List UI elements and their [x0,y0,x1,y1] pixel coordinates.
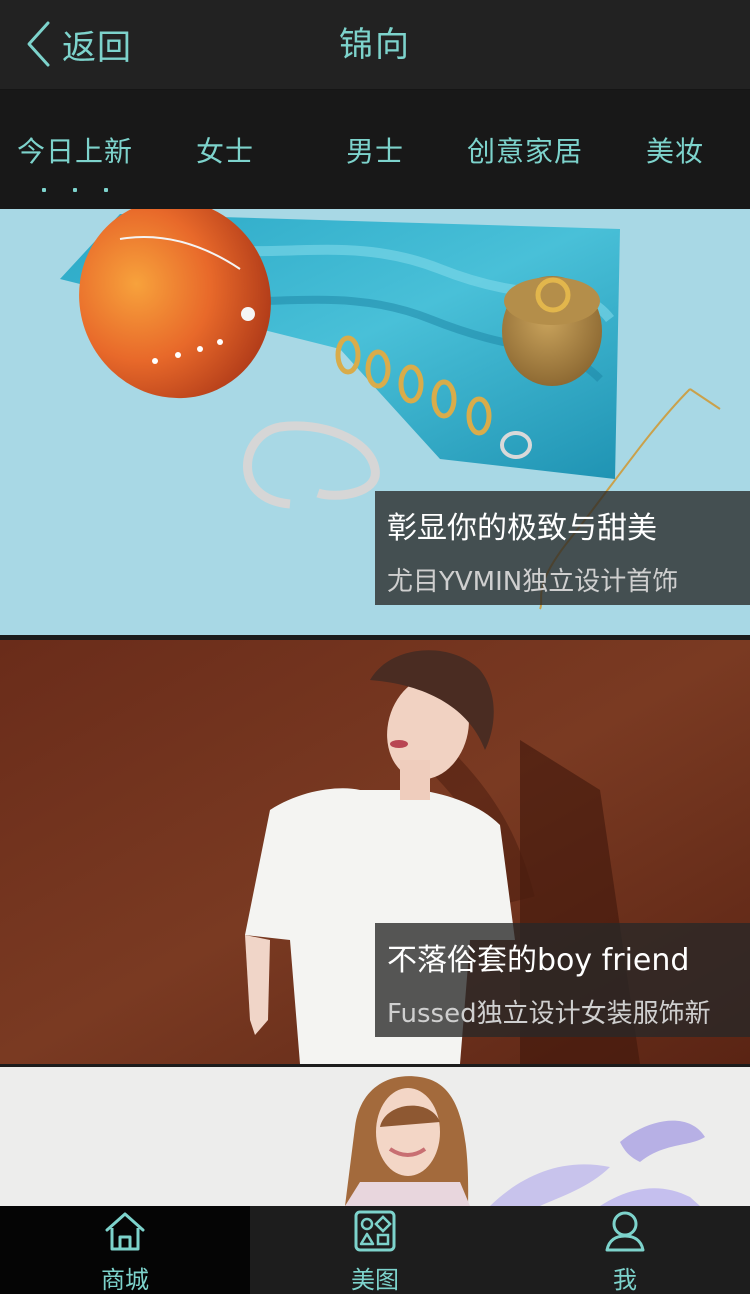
top-bar: 返回 锦向 [0,0,750,90]
bottom-nav: 商城 美图 我 [0,1206,750,1294]
tab-beauty[interactable]: 美妆 [600,90,750,209]
feed-card-jewelry[interactable]: 彰显你的极致与甜美 尤目YVMIN独立设计首饰 [0,209,750,635]
chevron-left-icon [27,21,50,67]
tab-today-new[interactable]: 今日上新 [0,90,150,209]
home-icon [105,1212,145,1251]
tab-label: 女士 [195,135,254,168]
card-subtitle: 尤目YVMIN独立设计首饰 [387,567,679,597]
nav-gallery[interactable]: 美图 [250,1206,500,1294]
feed-card-partial[interactable] [0,1067,750,1206]
tab-label: 今日上新 [16,135,133,168]
active-tab-indicator [42,188,108,192]
card-title: 彰显你的极致与甜美 [387,511,657,546]
nav-label: 我 [613,1266,637,1294]
user-icon [605,1211,645,1252]
nav-label: 美图 [351,1266,399,1294]
tab-women[interactable]: 女士 [150,90,300,209]
tab-label: 美妆 [645,135,704,168]
gallery-icon [354,1210,396,1252]
nav-me[interactable]: 我 [500,1206,750,1294]
tab-label: 创意家居 [466,135,583,168]
nav-mall[interactable]: 商城 [0,1206,250,1294]
nav-label: 商城 [101,1266,149,1294]
tab-men[interactable]: 男士 [300,90,450,209]
back-label: 返回 [62,27,132,68]
tab-label: 男士 [345,135,404,168]
feed-card-fashion[interactable]: 不落俗套的boy friend Fussed独立设计女装服饰新 [0,640,750,1064]
card-caption: 不落俗套的boy friend Fussed独立设计女装服饰新 [375,923,750,1037]
tab-creative-home[interactable]: 创意家居 [450,90,600,209]
back-button[interactable]: 返回 [24,14,132,74]
category-tabs: 今日上新 女士 男士 创意家居 美妆 [0,90,750,209]
card-title: 不落俗套的boy friend [387,943,690,978]
card-subtitle: Fussed独立设计女装服饰新 [387,999,711,1029]
card-caption: 彰显你的极致与甜美 尤目YVMIN独立设计首饰 [375,491,750,605]
model-photo [0,1067,750,1206]
